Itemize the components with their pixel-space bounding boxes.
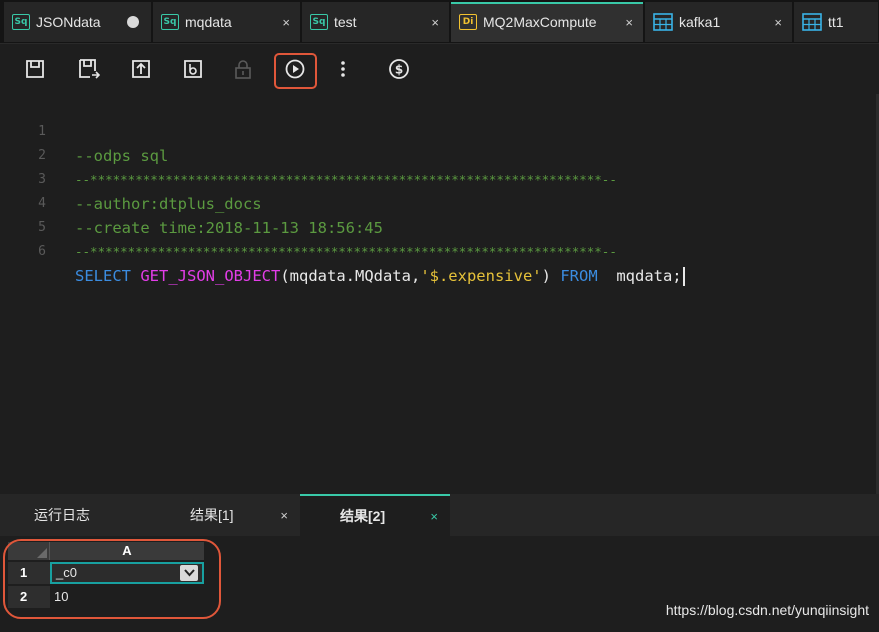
- save-as-icon: [79, 59, 100, 79]
- watermark: https://blog.csdn.net/yunqiinsight: [665, 602, 869, 618]
- tab-result-1[interactable]: 结果[1] ×: [150, 494, 300, 536]
- submit-button[interactable]: [128, 56, 154, 82]
- code-line[interactable]: 3 --author:dtplus_docs: [0, 144, 879, 213]
- tab-label: test: [334, 14, 357, 30]
- tab-test[interactable]: Sq test ×: [302, 2, 450, 42]
- tab-label: kafka1: [679, 14, 721, 30]
- lock-button[interactable]: [230, 56, 256, 82]
- tab-label: 结果[1]: [190, 507, 234, 523]
- lock-icon: [235, 60, 251, 79]
- run-icon: [285, 59, 305, 79]
- close-icon[interactable]: ×: [282, 15, 290, 30]
- tab-mq2maxcompute[interactable]: Di MQ2MaxCompute ×: [451, 2, 644, 42]
- tab-label: MQ2MaxCompute: [483, 14, 597, 30]
- code-line-sql[interactable]: 6 SELECT GET_JSON_OBJECT(mqdata.MQdata,'…: [0, 216, 879, 286]
- run-button[interactable]: [282, 56, 308, 82]
- tab-label: 结果[2]: [340, 508, 386, 524]
- tab-label: tt1: [828, 14, 844, 30]
- cost-icon: $: [389, 59, 409, 79]
- sql-file-icon: Sq: [310, 14, 328, 30]
- tab-mqdata[interactable]: Sq mqdata ×: [153, 2, 301, 42]
- text-cursor: [682, 267, 685, 286]
- more-icon: [341, 61, 345, 77]
- steal-lock-button[interactable]: [180, 56, 206, 82]
- tab-jsondata[interactable]: Sq JSONdata: [4, 2, 152, 42]
- tab-run-log[interactable]: 运行日志: [0, 494, 150, 536]
- close-icon[interactable]: ×: [430, 509, 438, 524]
- more-button[interactable]: [330, 56, 356, 82]
- sql-table: mqdata;: [597, 267, 682, 285]
- close-icon[interactable]: ×: [625, 15, 633, 30]
- sql-string: '$.expensive': [420, 267, 542, 285]
- line-number: 6: [38, 244, 46, 259]
- sql-paren: ): [541, 267, 551, 285]
- save-button[interactable]: [22, 56, 48, 82]
- code-line[interactable]: 1 --odps sql: [0, 96, 879, 165]
- sql-args: (mqdata.MQdata,: [280, 267, 421, 285]
- sql-file-icon: Sq: [12, 14, 30, 30]
- code-line[interactable]: 4 --create time:2018-11-13 18:56:45: [0, 168, 879, 237]
- code-comment: --**************************************…: [75, 244, 617, 259]
- sql-keyword-from: FROM: [560, 267, 598, 285]
- save-as-button[interactable]: [76, 56, 102, 82]
- upload-icon: [132, 60, 150, 78]
- download-icon: [184, 60, 202, 78]
- table-icon: [653, 13, 673, 31]
- active-tab-indicator: [451, 2, 643, 4]
- sql-keyword-select: SELECT: [75, 267, 131, 285]
- sql-function: GET_JSON_OBJECT: [140, 267, 281, 285]
- table-icon: [802, 13, 822, 31]
- close-icon[interactable]: ×: [774, 15, 782, 30]
- editor-tab-bar: Sq JSONdata Sq mqdata × Sq test × Di MQ2…: [0, 0, 879, 44]
- code-editor[interactable]: 1 --odps sql 2 --***********************…: [0, 94, 879, 494]
- tab-label: JSONdata: [36, 14, 101, 30]
- editor-toolbar: $: [0, 44, 879, 94]
- sql-file-icon: Sq: [161, 14, 179, 30]
- close-icon[interactable]: ×: [280, 508, 288, 523]
- tab-label: 运行日志: [34, 507, 90, 523]
- sql-statement: SELECT GET_JSON_OBJECT(mqdata.MQdata,'$.…: [75, 264, 685, 288]
- unsaved-dot-icon[interactable]: [127, 16, 139, 28]
- svg-text:$: $: [395, 63, 403, 77]
- code-line[interactable]: 2 --************************************…: [0, 120, 879, 187]
- tab-result-2[interactable]: 结果[2] ×: [300, 494, 450, 536]
- data-integration-icon: Di: [459, 14, 477, 30]
- tab-label: mqdata: [185, 14, 232, 30]
- save-icon: [26, 60, 44, 78]
- close-icon[interactable]: ×: [431, 15, 439, 30]
- tab-tt1[interactable]: tt1: [794, 2, 879, 42]
- results-tab-bar: 运行日志 结果[1] × 结果[2] ×: [0, 494, 879, 536]
- result-highlight: [3, 539, 221, 619]
- cost-estimate-button[interactable]: $: [386, 56, 412, 82]
- code-line[interactable]: 5 --************************************…: [0, 192, 879, 259]
- tab-kafka1[interactable]: kafka1 ×: [645, 2, 793, 42]
